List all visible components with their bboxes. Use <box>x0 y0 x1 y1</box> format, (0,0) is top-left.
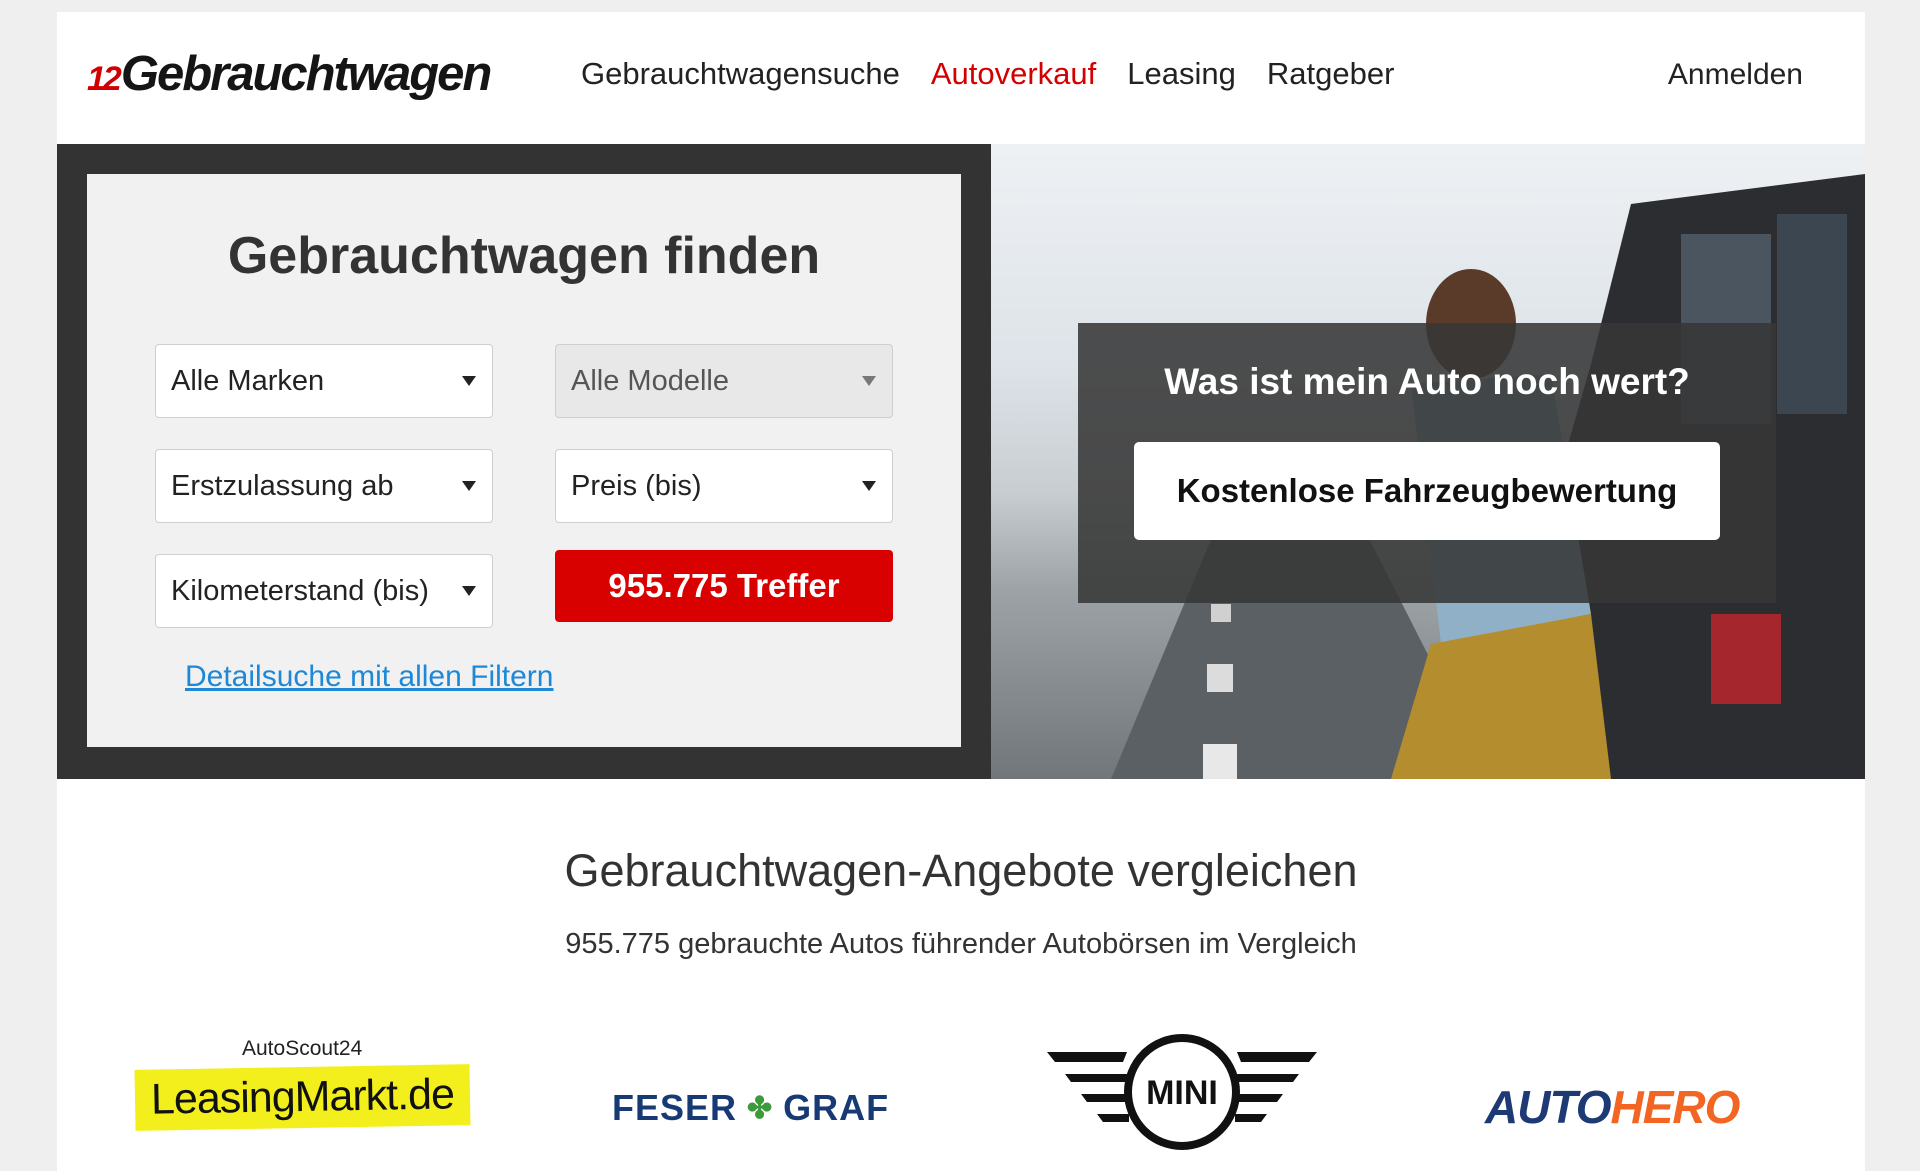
chevron-down-icon <box>862 481 876 491</box>
mini-logo-wing <box>1047 1052 1127 1062</box>
partner-mini[interactable]: MINI <box>1047 1032 1317 1157</box>
make-select[interactable]: Alle Marken <box>155 344 493 418</box>
free-valuation-button[interactable]: Kostenlose Fahrzeugbewertung <box>1134 442 1720 540</box>
mini-logo-wing <box>1237 1052 1317 1062</box>
chevron-down-icon <box>462 376 476 386</box>
mini-logo-wing <box>1237 1094 1283 1102</box>
chevron-down-icon <box>862 376 876 386</box>
mini-logo: MINI <box>1047 1034 1317 1150</box>
nav-item-ratgeber[interactable]: Ratgeber <box>1267 56 1395 92</box>
make-select-value: Alle Marken <box>171 365 325 397</box>
partner-autohero[interactable]: AUTOHERO <box>1485 1080 1741 1134</box>
compare-heading: Gebrauchtwagen-Angebote vergleichen <box>564 845 1358 896</box>
nav-item-leasing[interactable]: Leasing <box>1127 56 1236 92</box>
search-title: Gebrauchtwagen finden <box>227 227 821 285</box>
nav-item-autoverkauf[interactable]: Autoverkauf <box>931 56 1096 92</box>
valuation-box: Was ist mein Auto noch wert? Kostenlose … <box>1078 323 1776 603</box>
car-window <box>1777 214 1847 414</box>
logo-number: 12 <box>87 60 122 98</box>
detail-search-link[interactable]: Detailsuche mit allen Filtern <box>185 660 553 694</box>
first-registration-select[interactable]: Erstzulassung ab <box>155 449 493 523</box>
mini-logo-wing <box>1097 1114 1129 1122</box>
model-select[interactable]: Alle Modelle <box>555 344 893 418</box>
feser-graf-word-b: GRAF <box>783 1087 890 1128</box>
model-select-value: Alle Modelle <box>571 365 729 397</box>
chevron-down-icon <box>462 586 476 596</box>
first-registration-value: Erstzulassung ab <box>171 470 394 502</box>
person-trousers <box>1391 614 1611 779</box>
hero-section: Gebrauchtwagen finden Alle Marken Alle M… <box>57 144 1865 779</box>
leasingmarkt-logo: LeasingMarkt.de <box>134 1064 471 1131</box>
mini-logo-wing <box>1081 1094 1127 1102</box>
search-box: Gebrauchtwagen finden Alle Marken Alle M… <box>87 174 961 747</box>
leasingmarkt-tagline: AutoScout24 <box>242 1037 363 1060</box>
nav-item-gebrauchtwagensuche[interactable]: Gebrauchtwagensuche <box>581 56 900 92</box>
mileage-select-value: Kilometerstand (bis) <box>171 575 429 607</box>
search-panel: Gebrauchtwagen finden Alle Marken Alle M… <box>57 144 991 779</box>
valuation-title: Was ist mein Auto noch wert? <box>1164 361 1690 402</box>
price-select[interactable]: Preis (bis) <box>555 449 893 523</box>
price-select-value: Preis (bis) <box>571 470 702 502</box>
feser-graf-word-a: FESER <box>612 1087 738 1128</box>
page: 12 Gebrauchtwagen Gebrauchtwagensuche Au… <box>57 12 1865 1171</box>
show-results-button[interactable]: 955.775 Treffer <box>555 550 893 622</box>
mini-logo-wing <box>1237 1074 1299 1082</box>
autohero-word-b: HERO <box>1610 1081 1741 1133</box>
mileage-select[interactable]: Kilometerstand (bis) <box>155 554 493 628</box>
road-marking <box>1211 604 1231 622</box>
hero-image: Was ist mein Auto noch wert? Kostenlose … <box>991 144 1865 779</box>
mini-logo-text: MINI <box>1146 1074 1218 1112</box>
autohero-word-a: AUTO <box>1485 1081 1611 1133</box>
clover-icon: ✤ <box>747 1091 774 1125</box>
main-nav: Gebrauchtwagensuche Autoverkauf Leasing … <box>581 56 1394 92</box>
compare-subtitle: 955.775 gebrauchte Autos führender Autob… <box>565 928 1357 960</box>
site-logo[interactable]: 12 Gebrauchtwagen <box>87 46 493 116</box>
road-marking <box>1203 744 1237 779</box>
car-taillight <box>1711 614 1781 704</box>
partner-feser-graf[interactable]: FESER ✤ GRAF <box>612 1087 889 1129</box>
logo-wordmark: Gebrauchtwagen <box>120 47 493 101</box>
chevron-down-icon <box>462 481 476 491</box>
site-header: 12 Gebrauchtwagen Gebrauchtwagensuche Au… <box>57 12 1865 144</box>
road-marking <box>1207 664 1233 692</box>
mini-logo-wing <box>1235 1114 1267 1122</box>
mini-logo-wing <box>1065 1074 1127 1082</box>
login-link[interactable]: Anmelden <box>1668 58 1803 92</box>
